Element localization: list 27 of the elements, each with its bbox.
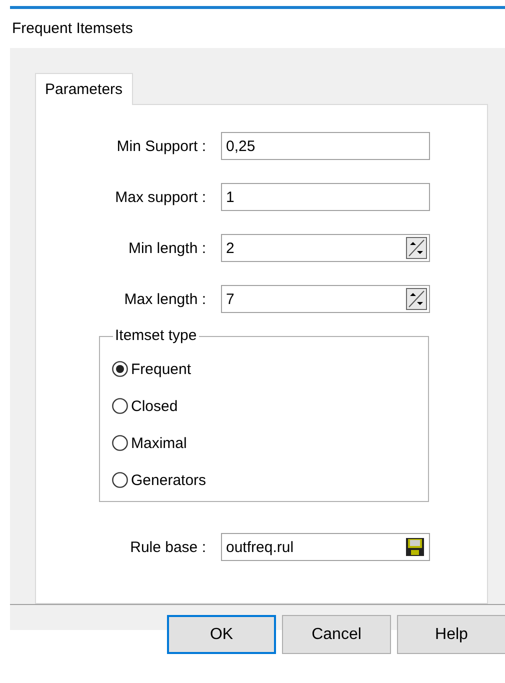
- group-title: Itemset type: [113, 327, 199, 344]
- radio-icon[interactable]: [112, 361, 128, 377]
- radio-icon[interactable]: [112, 435, 128, 451]
- spin-field[interactable]: 2: [221, 234, 430, 262]
- dialog-button[interactable]: Cancel: [282, 615, 391, 654]
- input-field[interactable]: 1: [221, 183, 430, 211]
- dialog-button[interactable]: OK: [167, 615, 276, 654]
- spin-icon[interactable]: [406, 237, 427, 259]
- field-label: Max support :: [114, 188, 207, 206]
- radio-icon[interactable]: [112, 472, 128, 488]
- field-label: Rule base :: [129, 538, 207, 556]
- radio-option[interactable]: Frequent: [112, 357, 428, 381]
- radio-option[interactable]: Generators: [112, 468, 428, 492]
- dialog-button[interactable]: Help: [397, 615, 505, 654]
- field-label: Min Support :: [116, 138, 207, 154]
- file-field[interactable]: outfreq.rul: [221, 533, 430, 561]
- window-title: Frequent Itemsets: [11, 19, 134, 39]
- tab[interactable]: Parameters: [35, 73, 133, 105]
- radio-icon[interactable]: [112, 398, 128, 414]
- save-icon[interactable]: [405, 537, 425, 557]
- spin-field[interactable]: 7: [221, 285, 430, 313]
- radio-option[interactable]: Closed: [112, 394, 428, 418]
- input-field[interactable]: 0,25: [221, 132, 430, 160]
- spin-icon[interactable]: [406, 288, 427, 310]
- radio-option[interactable]: Maximal: [112, 431, 428, 455]
- field-label: Min length :: [127, 240, 207, 256]
- field-label: Max length :: [123, 290, 207, 308]
